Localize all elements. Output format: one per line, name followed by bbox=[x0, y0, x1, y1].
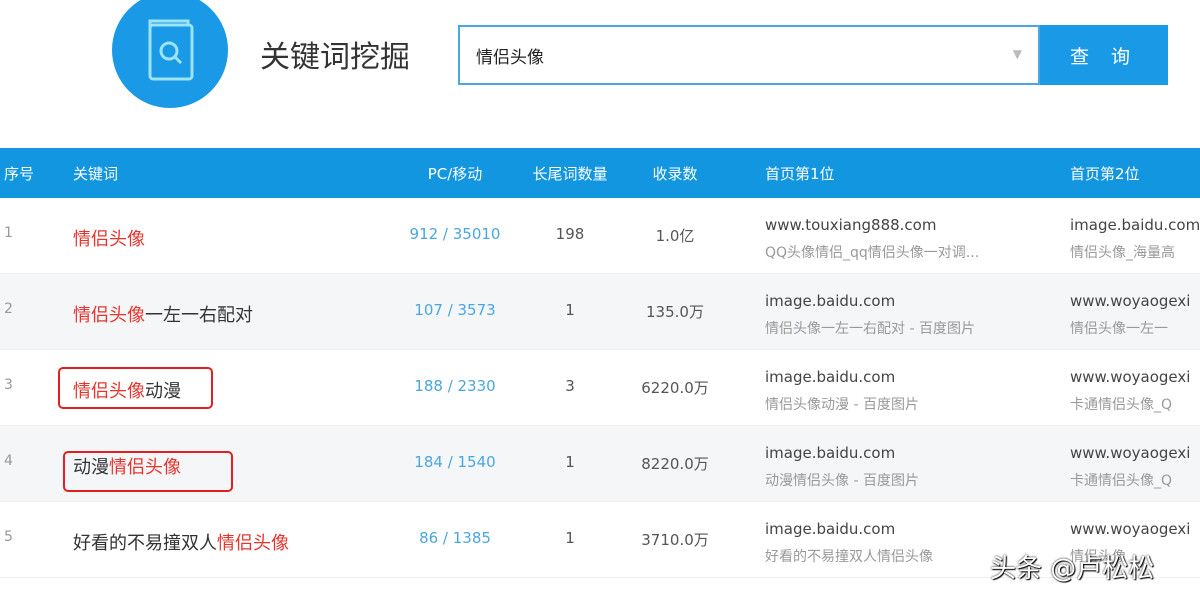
second-url[interactable]: www.woyaogexi bbox=[1070, 520, 1190, 538]
keyword-tool-logo bbox=[112, 0, 228, 108]
keyword-link[interactable]: 好看的不易撞双人情侣头像 bbox=[73, 529, 289, 555]
indexed-count: 6220.0万 bbox=[630, 377, 720, 398]
search-document-icon bbox=[142, 17, 198, 83]
dropdown-caret-icon[interactable]: ▼ bbox=[1013, 47, 1022, 61]
pc-mobile-value[interactable]: 188 / 2330 bbox=[400, 377, 510, 395]
second-url[interactable]: www.woyaogexi bbox=[1070, 292, 1190, 310]
first-url[interactable]: image.baidu.com bbox=[765, 520, 895, 538]
page-title: 关键词挖掘 bbox=[260, 32, 410, 76]
pc-mobile-value[interactable]: 107 / 3573 bbox=[400, 301, 510, 319]
first-desc: 好看的不易撞双人情侣头像 bbox=[765, 546, 933, 566]
indexed-count: 8220.0万 bbox=[630, 453, 720, 474]
highlight-box bbox=[58, 367, 213, 409]
search-button[interactable]: 查 询 bbox=[1040, 25, 1168, 85]
longtail-count: 1 bbox=[525, 301, 615, 319]
col-first: 首页第1位 bbox=[765, 163, 835, 184]
highlight-box bbox=[63, 451, 233, 492]
first-desc: 动漫情侣头像 - 百度图片 bbox=[765, 470, 919, 490]
second-url[interactable]: www.woyaogexi bbox=[1070, 368, 1190, 386]
row-index: 4 bbox=[4, 453, 13, 469]
table-header: 序号 关键词 PC/移动 长尾词数量 收录数 首页第1位 首页第2位 bbox=[0, 148, 1200, 198]
second-desc: 情侣头像_海量高 bbox=[1070, 242, 1175, 262]
longtail-count: 1 bbox=[525, 529, 615, 547]
indexed-count: 3710.0万 bbox=[630, 529, 720, 550]
keyword-highlight: 情侣头像 bbox=[73, 305, 145, 326]
row-index: 1 bbox=[4, 225, 13, 241]
first-url[interactable]: www.touxiang888.com bbox=[765, 216, 936, 234]
watermark: 头条 @卢松松 bbox=[990, 548, 1154, 585]
first-url[interactable]: image.baidu.com bbox=[765, 368, 895, 386]
keyword-prefix: 好看的不易撞双人 bbox=[73, 533, 217, 554]
keyword-highlight: 情侣头像 bbox=[217, 533, 289, 554]
col-keyword: 关键词 bbox=[73, 163, 118, 184]
second-url[interactable]: www.woyaogexi bbox=[1070, 444, 1190, 462]
keyword-highlight: 情侣头像 bbox=[73, 229, 145, 250]
row-index: 5 bbox=[4, 529, 13, 545]
col-second: 首页第2位 bbox=[1070, 163, 1140, 184]
keyword-link[interactable]: 情侣头像 bbox=[73, 225, 145, 251]
indexed-count: 135.0万 bbox=[630, 301, 720, 322]
first-desc: 情侣头像动漫 - 百度图片 bbox=[765, 394, 919, 414]
row-index: 2 bbox=[4, 301, 13, 317]
col-index: 序号 bbox=[4, 163, 34, 184]
longtail-count: 1 bbox=[525, 453, 615, 471]
longtail-count: 3 bbox=[525, 377, 615, 395]
search-input[interactable] bbox=[460, 27, 1038, 83]
first-url[interactable]: image.baidu.com bbox=[765, 444, 895, 462]
first-url[interactable]: image.baidu.com bbox=[765, 292, 895, 310]
indexed-count: 1.0亿 bbox=[630, 225, 720, 246]
first-desc: 情侣头像一左一右配对 - 百度图片 bbox=[765, 318, 975, 338]
table-row[interactable]: 2 情侣头像一左一右配对 107 / 3573 1 135.0万 image.b… bbox=[0, 274, 1200, 350]
second-desc: 卡通情侣头像_Q bbox=[1070, 470, 1172, 490]
pc-mobile-value[interactable]: 184 / 1540 bbox=[400, 453, 510, 471]
row-index: 3 bbox=[4, 377, 13, 393]
keyword-link[interactable]: 情侣头像一左一右配对 bbox=[73, 301, 253, 327]
pc-mobile-value[interactable]: 912 / 35010 bbox=[400, 225, 510, 243]
keyword-suffix: 一左一右配对 bbox=[145, 305, 253, 326]
col-longtail: 长尾词数量 bbox=[525, 163, 615, 184]
table-row[interactable]: 1 情侣头像 912 / 35010 198 1.0亿 www.touxiang… bbox=[0, 198, 1200, 274]
first-desc: QQ头像情侣_qq情侣头像一对调... bbox=[765, 242, 979, 262]
longtail-count: 198 bbox=[525, 225, 615, 243]
second-desc: 情侣头像一左一 bbox=[1070, 318, 1168, 338]
second-url[interactable]: image.baidu.com bbox=[1070, 216, 1200, 234]
col-pc-mobile: PC/移动 bbox=[400, 163, 510, 184]
pc-mobile-value[interactable]: 86 / 1385 bbox=[400, 529, 510, 547]
col-indexed: 收录数 bbox=[630, 163, 720, 184]
search-box[interactable]: ▼ bbox=[458, 25, 1040, 85]
second-desc: 卡通情侣头像_Q bbox=[1070, 394, 1172, 414]
